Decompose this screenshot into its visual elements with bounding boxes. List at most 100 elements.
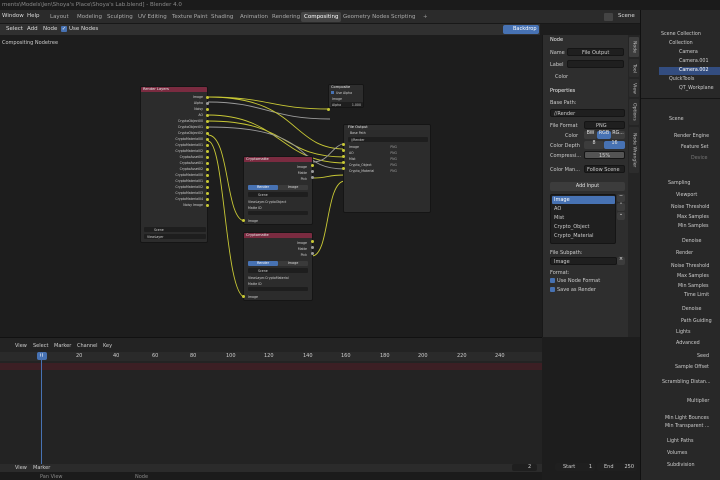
socket[interactable] — [206, 126, 209, 129]
subdivision-section[interactable]: Subdivision — [667, 463, 695, 468]
socket[interactable] — [206, 120, 209, 123]
cryptomatte-material-node[interactable]: Cryptomatte Image Matte Pick Render Imag… — [243, 232, 313, 301]
tab-rendering[interactable]: Rendering — [269, 12, 303, 22]
tab-modeling[interactable]: Modeling — [74, 12, 105, 22]
use-alpha-checkbox[interactable] — [331, 91, 334, 94]
socket[interactable] — [206, 150, 209, 153]
socket[interactable] — [242, 295, 245, 298]
outliner-item[interactable]: QuickTools — [669, 77, 694, 82]
current-frame-field[interactable]: 2 — [512, 464, 537, 471]
depth-16-button[interactable]: 16 — [604, 141, 625, 149]
render-subsection[interactable]: Render — [676, 251, 693, 256]
denoise-label[interactable]: Denoise — [682, 239, 701, 244]
backdrop-toggle[interactable]: Backdrop — [503, 25, 539, 34]
socket[interactable] — [206, 114, 209, 117]
save-as-render-checkbox[interactable] — [550, 287, 555, 292]
composite-alpha-field[interactable]: Alpha 1.000 — [331, 102, 363, 107]
socket[interactable] — [327, 108, 330, 111]
tab-geometry-nodes[interactable]: Geometry Nodes — [340, 12, 392, 22]
render-layers-node[interactable]: Render Layers Image Alpha Noisy AO Crypt… — [140, 86, 208, 243]
add-workspace-icon[interactable]: + — [420, 12, 431, 22]
rl-viewlayer-field[interactable]: ViewLayer — [144, 234, 206, 239]
cryptomatte-object-node[interactable]: Cryptomatte Image Matte Pick Render Imag… — [243, 156, 313, 225]
tab-texture-paint[interactable]: Texture Paint — [169, 12, 211, 22]
timeline-menu-key[interactable]: Key — [103, 343, 112, 349]
compression-slider[interactable]: 15% — [584, 151, 625, 159]
add-input-button[interactable]: Add Input — [550, 182, 625, 191]
socket[interactable] — [206, 108, 209, 111]
timeline-menu-select[interactable]: Select — [33, 343, 48, 349]
sampling-section[interactable]: Sampling — [668, 181, 690, 186]
tab-tool[interactable]: Tool — [629, 59, 639, 77]
remove-input-button[interactable]: − — [617, 194, 625, 202]
path-guiding-label[interactable]: Path Guiding — [681, 319, 712, 324]
outliner-item[interactable]: QT_Workplane — [679, 86, 714, 91]
socket[interactable] — [342, 155, 345, 158]
socket[interactable] — [206, 102, 209, 105]
tab-sculpting[interactable]: Sculpting — [104, 12, 136, 22]
clear-subpath-icon[interactable]: × — [617, 257, 625, 265]
tab-shading[interactable]: Shading — [208, 12, 236, 22]
move-input-up-button[interactable]: ⌃ — [617, 203, 625, 211]
depth-8-button[interactable]: 8 — [584, 141, 604, 149]
node-section-header[interactable]: Node — [550, 37, 563, 43]
menu-node[interactable]: Node — [43, 26, 57, 32]
scene-selector-icon[interactable] — [604, 13, 613, 21]
socket[interactable] — [206, 174, 209, 177]
tab-animation[interactable]: Animation — [237, 12, 271, 22]
volumes-section[interactable]: Volumes — [667, 451, 687, 456]
socket[interactable] — [311, 176, 314, 179]
footer-view[interactable]: View — [15, 465, 27, 471]
color-section[interactable]: Color — [555, 74, 568, 80]
tab-node[interactable]: Node — [629, 37, 639, 57]
input-item[interactable]: AO — [554, 206, 561, 212]
node-editor[interactable]: Compositing Nodetree Render Layers Image… — [0, 35, 540, 337]
outliner-item[interactable]: Camera.002 — [679, 68, 709, 73]
timeline-menu-channel[interactable]: Channel — [77, 343, 98, 349]
use-node-format-checkbox[interactable] — [550, 278, 555, 283]
socket[interactable] — [342, 167, 345, 170]
menu-add[interactable]: Add — [27, 26, 38, 32]
color-rgba-button[interactable]: RG... — [611, 131, 625, 139]
crypto-mat-matte-id-field[interactable] — [248, 287, 308, 291]
socket[interactable] — [311, 164, 314, 167]
crypto-mat-scene[interactable]: Scene — [248, 268, 308, 273]
crypto-obj-matte-id-field[interactable] — [248, 211, 308, 215]
socket[interactable] — [311, 240, 314, 243]
socket[interactable] — [311, 246, 314, 249]
tab-layout[interactable]: Layout — [47, 12, 72, 22]
timeline-menu-marker[interactable]: Marker — [54, 343, 71, 349]
outliner-item[interactable]: Camera.001 — [679, 59, 709, 64]
socket[interactable] — [206, 132, 209, 135]
crypto-mat-tab-render[interactable]: Render — [248, 261, 278, 266]
composite-node[interactable]: Composite Use Alpha Image Alpha 1.000 — [328, 84, 364, 108]
color-rgb-button[interactable]: RGB — [597, 131, 611, 139]
socket[interactable] — [206, 156, 209, 159]
properties-section-header[interactable]: Properties — [550, 88, 575, 94]
socket[interactable] — [206, 96, 209, 99]
tab-scripting[interactable]: Scripting — [388, 12, 418, 22]
socket[interactable] — [206, 186, 209, 189]
socket[interactable] — [311, 170, 314, 173]
tab-uv-editing[interactable]: UV Editing — [135, 12, 170, 22]
crypto-obj-tab-image[interactable]: Image — [278, 185, 308, 190]
input-item[interactable]: Image — [554, 197, 570, 203]
crypto-obj-scene[interactable]: Scene — [248, 192, 308, 197]
color-management-dropdown[interactable]: Follow Scene — [584, 165, 625, 173]
fo-path-field[interactable]: //Render — [348, 137, 428, 142]
outliner-item[interactable]: Camera — [679, 50, 698, 55]
file-output-node[interactable]: File Output Base Path //Render Image PNG… — [343, 124, 431, 213]
input-item[interactable]: Crypto_Material — [554, 233, 594, 239]
socket[interactable] — [206, 180, 209, 183]
socket[interactable] — [311, 252, 314, 255]
scene-name[interactable]: Scene — [618, 13, 635, 19]
socket[interactable] — [206, 198, 209, 201]
tab-view[interactable]: View — [629, 79, 639, 97]
denoise-label-2[interactable]: Denoise — [682, 307, 701, 312]
menu-help[interactable]: Help — [27, 13, 40, 19]
socket[interactable] — [206, 138, 209, 141]
input-item[interactable]: Mist — [554, 215, 564, 221]
socket[interactable] — [206, 144, 209, 147]
timeline-area[interactable]: View Select Marker Channel Key 0 20 40 6… — [0, 337, 542, 480]
color-bw-button[interactable]: BW — [584, 131, 597, 139]
